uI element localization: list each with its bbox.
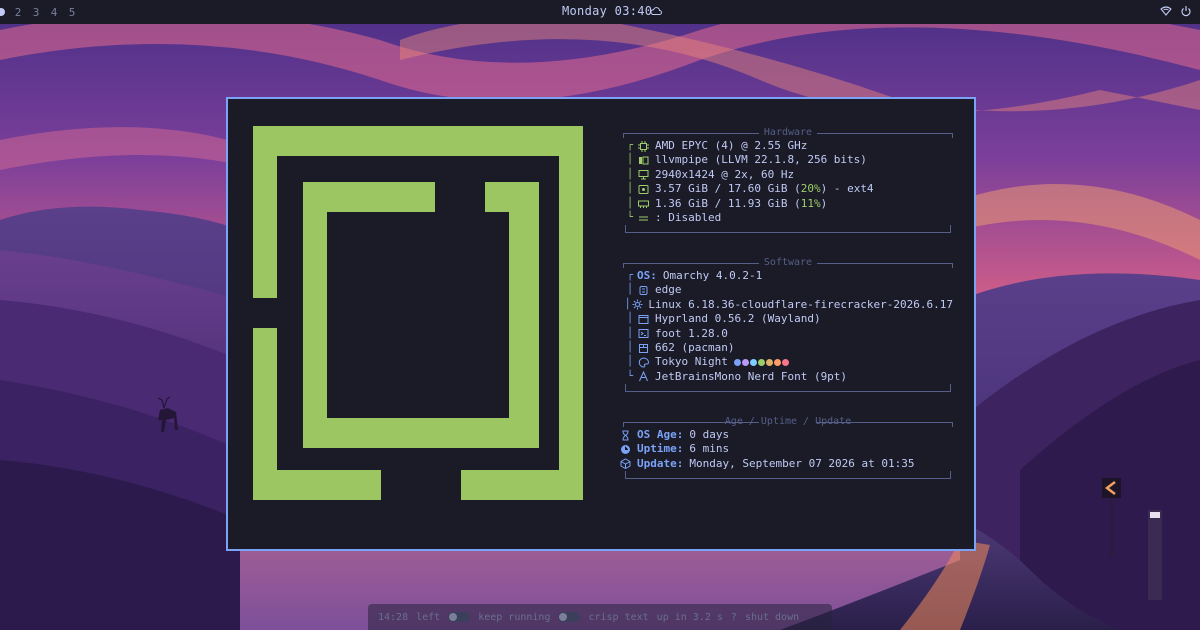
crisp-text-label: crisp text [588,611,649,623]
disk-row: │ 3.57 GiB / 17.60 GiB (20%) - ext4 [626,182,874,196]
keep-running-label: keep running [478,611,551,623]
cpu-row: ┌ AMD EPYC (4) @ 2.55 GHz [626,139,808,152]
swap-icon [637,213,650,224]
age-section: Age / Uptime / Update OS Age: 0 days Upt… [620,416,953,480]
help-button[interactable]: ? [731,612,737,623]
memory-suffix: ) [820,196,828,210]
power-icon[interactable] [1180,5,1192,17]
memory-used: 1.36 GiB / 11.93 GiB ( [655,196,801,210]
workspace-3[interactable]: 3 [27,6,45,19]
crisp-text-toggle[interactable] [558,612,581,622]
update-label: Update: [637,456,684,470]
uptime-label: Uptime: [637,442,684,456]
gear-icon [632,299,643,310]
hardware-footer [625,225,951,234]
theme-row: │ Tokyo Night [623,355,953,369]
workspace-4[interactable]: 4 [45,6,63,19]
terminal-window[interactable]: Hardware ┌ AMD EPYC (4) @ 2.55 GHz │ llv… [226,97,976,551]
disk-icon [637,184,650,195]
update-row: Update: Monday, September 07 2026 at 01:… [620,456,953,471]
wm-value: Hyprland 0.56.2 (Wayland) [655,312,821,326]
age-footer [625,471,951,480]
hourglass-icon [619,430,632,441]
package-icon [637,343,650,354]
display-value: 2940x1424 @ 2x, 60 Hz [655,167,795,181]
shut-down-button[interactable]: shut down [745,612,799,623]
window-icon [637,314,650,325]
os-row: ┌ OS: Omarchy 4.0.2-1 [626,269,763,282]
terminal-row: │ foot 1.28.0 [626,326,728,340]
os-value: Omarchy 4.0.2-1 [662,269,763,282]
memory-percent: 11% [800,196,821,210]
software-section: Software ┌ OS: Omarchy 4.0.2-1 │ edge │ … [623,257,953,393]
gpu-icon [637,155,650,166]
active-workspace-indicator[interactable] [0,8,5,16]
disk-percent: 20% [800,182,821,196]
update-value: Monday, September 07 2026 at 01:35 [689,456,915,470]
kernel-value: Linux 6.18.36-cloudflare-firecracker-202… [648,297,953,311]
font-value: JetBrainsMono Nerd Font (9pt) [655,369,848,383]
workspace-2[interactable]: 2 [9,6,27,19]
packages-row: │ 662 (pacman) [626,340,735,354]
session-time: 14:28 [378,611,409,623]
hardware-section: Hardware ┌ AMD EPYC (4) @ 2.55 GHz │ llv… [623,127,953,234]
uptime-row: Uptime: 6 mins [621,442,953,456]
top-bar: 2 3 4 5 Monday 03:40 [0,0,1200,24]
uptime-icon [619,444,632,455]
bottom-panel: 14:28 left keep running crisp text up in… [368,604,832,630]
branch-value: edge [655,283,682,297]
terminal-value: foot 1.28.0 [655,326,728,340]
terminal-icon [637,328,650,339]
software-footer [625,384,951,393]
age-header: Age / Uptime / Update [623,416,953,428]
time-left-label: left [416,611,441,623]
theme-value: Tokyo Night [655,355,728,369]
cpu-value: AMD EPYC (4) @ 2.55 GHz [655,139,808,152]
font-row: └ JetBrainsMono Nerd Font (9pt) [626,369,848,383]
wifi-icon[interactable] [1160,5,1172,17]
system-tray [1160,5,1192,17]
monitor-icon [637,169,650,180]
memory-icon [637,198,650,209]
workspace-switcher: 2 3 4 5 [0,0,81,24]
os-label: OS: [637,269,657,282]
palette-icon [637,357,650,368]
software-header: Software [623,257,953,269]
os-age-value: 0 days [689,428,730,441]
cloud-icon[interactable] [650,6,662,16]
clock[interactable]: Monday 03:40 [562,4,652,18]
swap-value: : Disabled [655,210,722,224]
keep-running-toggle[interactable] [448,612,471,622]
omarchy-logo [253,126,583,500]
font-icon [637,371,650,382]
uptime-value: 6 mins [689,442,730,456]
disk-used: 3.57 GiB / 17.60 GiB ( [655,182,801,196]
kernel-row: │ Linux 6.18.36-cloudflare-firecracker-2… [624,297,953,311]
memory-row: │ 1.36 GiB / 11.93 GiB (11%) [626,196,828,210]
gpu-row: │ llvmpipe (LLVM 22.1.8, 256 bits) [626,153,867,167]
os-age-row: OS Age: 0 days [622,428,953,442]
packages-value: 662 (pacman) [655,340,735,354]
gpu-value: llvmpipe (LLVM 22.1.8, 256 bits) [655,153,867,167]
box-icon [619,458,632,470]
branch-row: │ edge [626,283,682,297]
swap-row: └ : Disabled [626,210,722,224]
branch-icon [637,285,650,296]
cpu-icon [637,140,650,152]
workspace-5[interactable]: 5 [63,6,81,19]
hardware-header: Hardware [623,127,953,139]
theme-swatches [733,359,789,367]
up-in-label: up in 3.2 s [656,611,723,623]
display-row: │ 2940x1424 @ 2x, 60 Hz [626,167,795,181]
wm-row: │ Hyprland 0.56.2 (Wayland) [626,312,821,326]
disk-fs: ) - ext4 [820,182,874,196]
os-age-label: OS Age: [637,428,684,441]
